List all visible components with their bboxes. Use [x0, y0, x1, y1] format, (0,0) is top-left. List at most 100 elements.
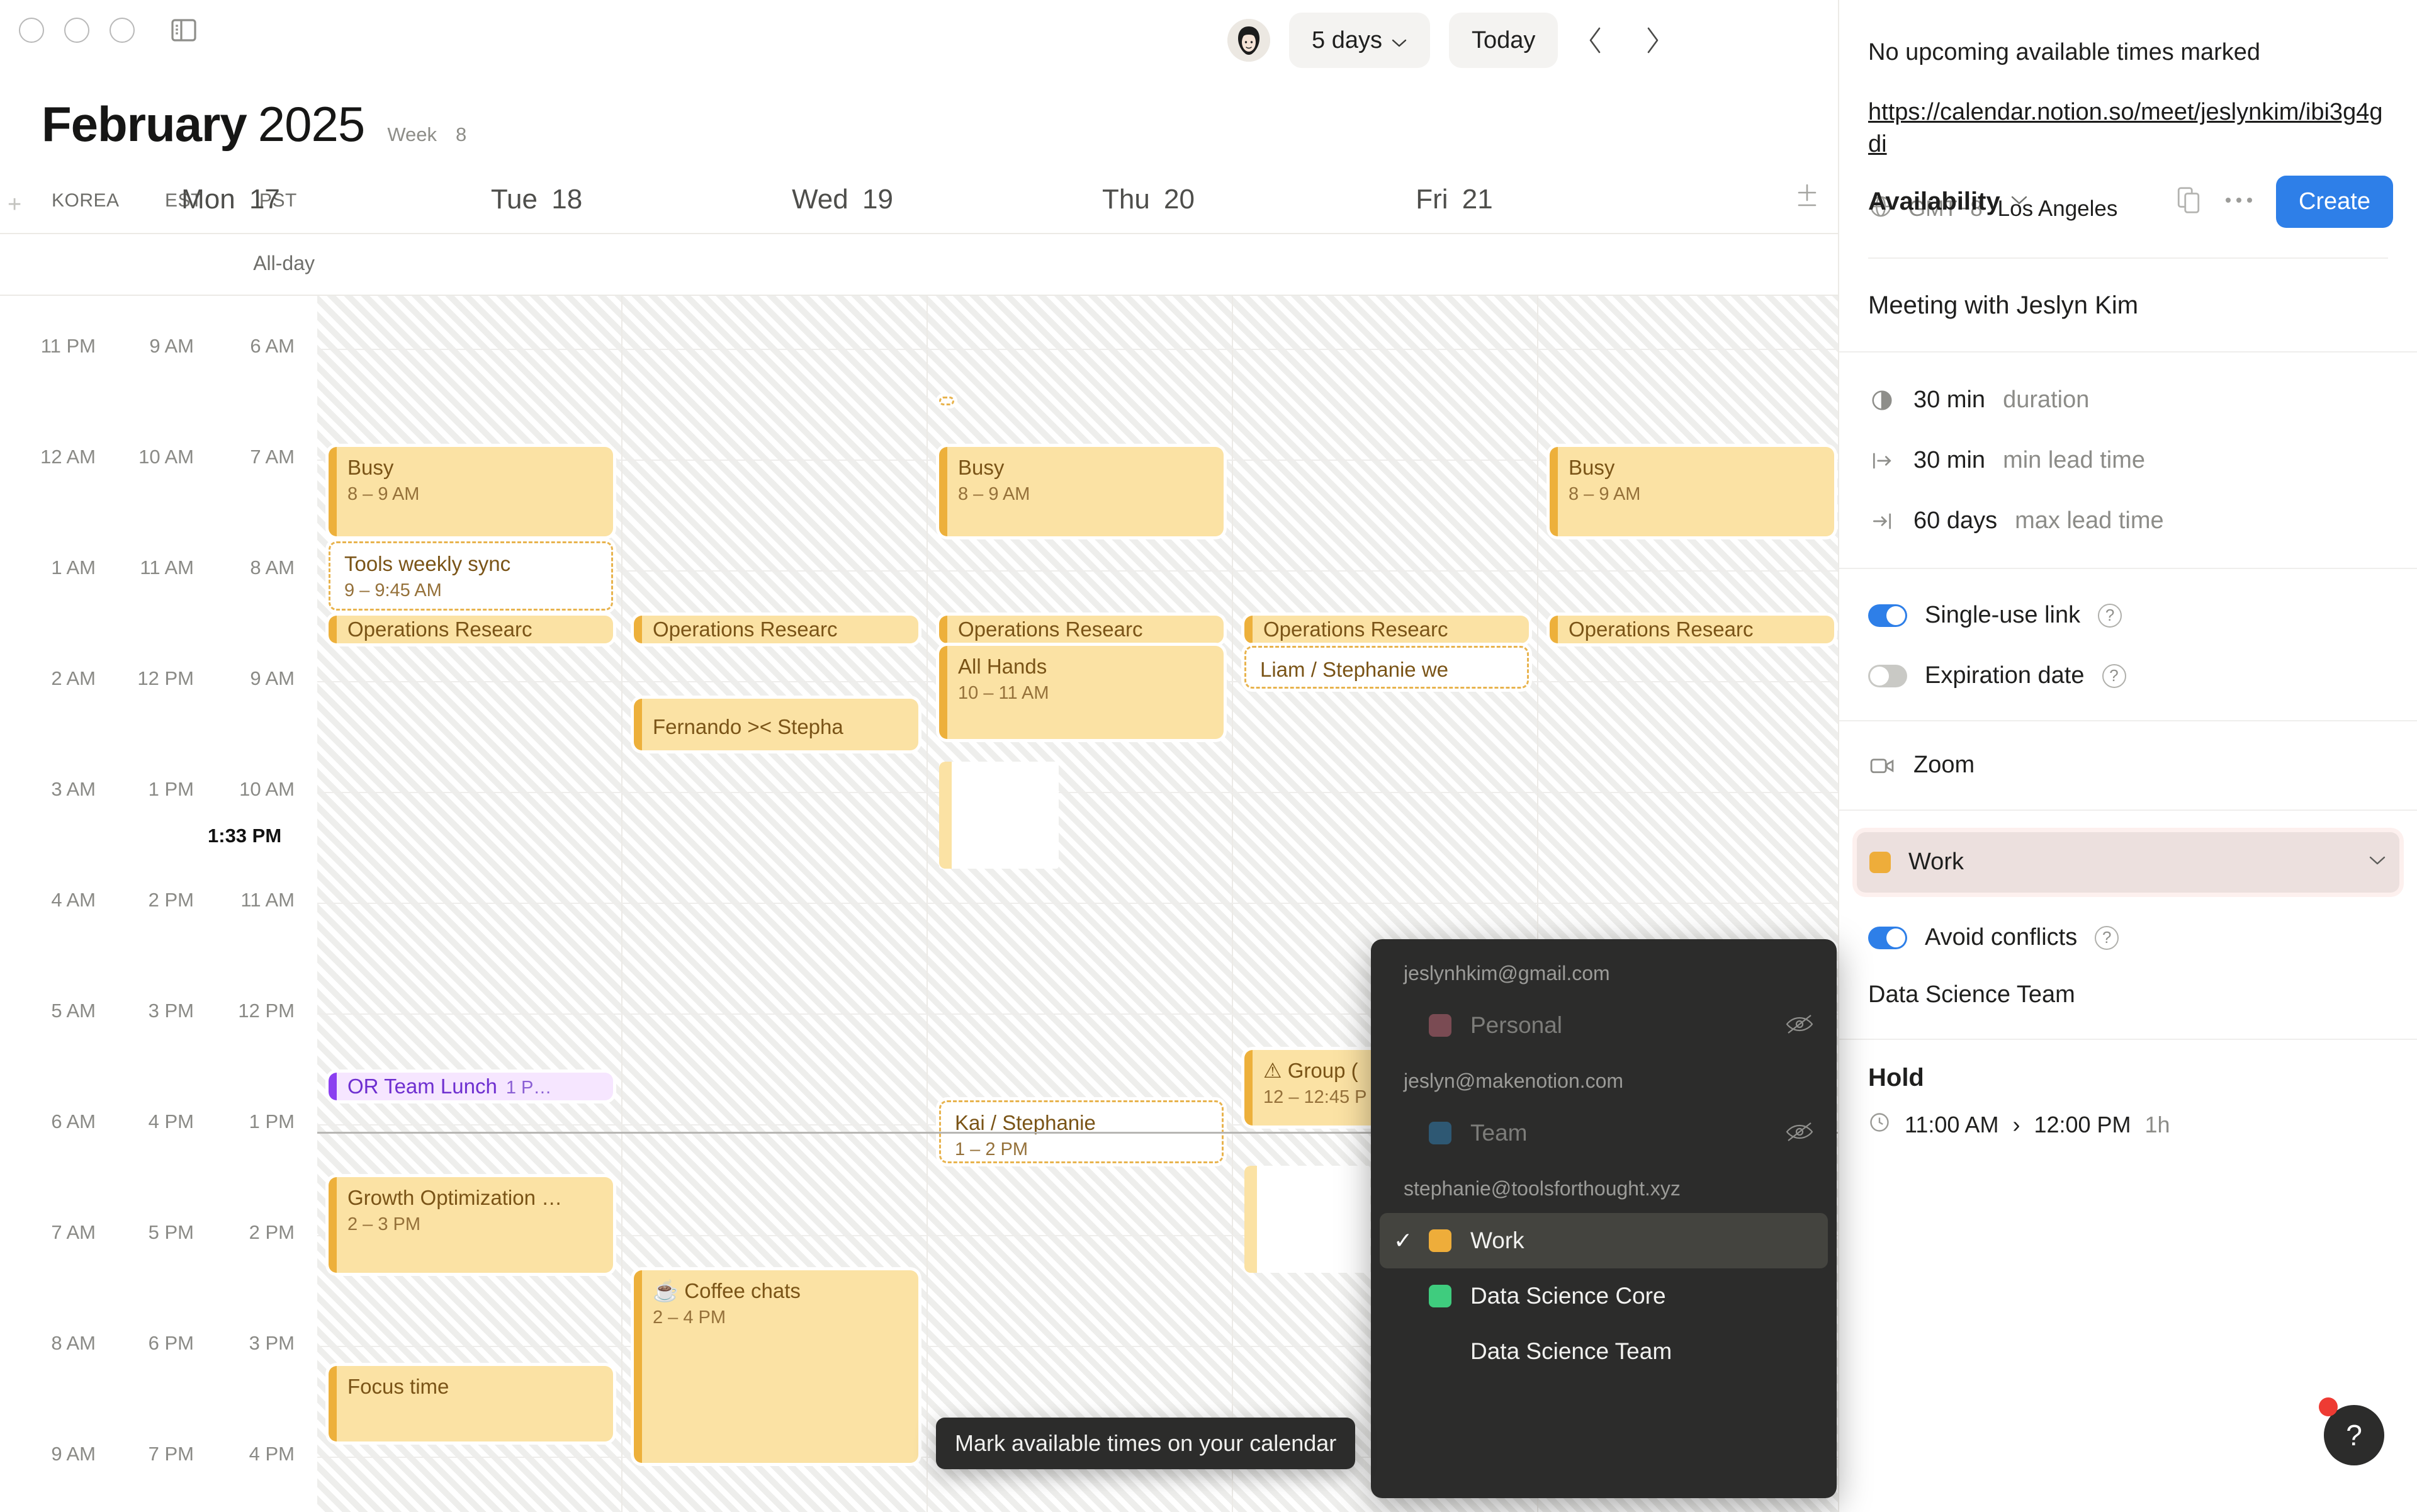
time-label-pst: 12 PM	[238, 1000, 295, 1022]
time-label-est: 11 AM	[140, 556, 194, 579]
hold-arrow: ›	[2012, 1112, 2020, 1138]
eye-off-icon[interactable]	[1785, 1013, 1814, 1038]
hold-row[interactable]: 11:00 AM › 12:00 PM 1h	[1839, 1111, 2417, 1139]
event-time: 1 – 2 PM	[955, 1139, 1213, 1161]
copy-icon[interactable]	[2175, 186, 2202, 218]
event-title: ☕ Coffee chats	[653, 1279, 910, 1303]
prev-period-button[interactable]	[1577, 21, 1614, 59]
view-select[interactable]: 5 days	[1289, 13, 1430, 68]
menu-item-team[interactable]: Team	[1380, 1105, 1828, 1161]
day-header-fri[interactable]: Fri 21	[1302, 184, 1607, 215]
event-operations-research-tue[interactable]: Operations Researc	[634, 616, 918, 643]
ellipsis-icon[interactable]	[2224, 196, 2253, 208]
menu-item-work[interactable]: ✓ Work	[1380, 1213, 1828, 1268]
video-camera-icon	[1868, 755, 1896, 776]
calendar-picker-menu[interactable]: jeslynhkim@gmail.com Personal jeslyn@mak…	[1371, 939, 1837, 1498]
window-controls[interactable]	[19, 18, 135, 43]
close-button[interactable]	[19, 18, 44, 43]
meeting-title[interactable]: Meeting with Jeslyn Kim	[1839, 259, 2417, 351]
setting-label: min lead time	[2003, 447, 2145, 474]
hour-gridline	[317, 903, 1838, 904]
all-day-row[interactable]: All-day	[0, 234, 1838, 296]
help-icon[interactable]: ?	[2095, 926, 2119, 950]
event-all-hands[interactable]: All Hands 10 – 11 AM	[939, 646, 1224, 739]
conflict-calendar-item[interactable]: Data Science Team	[1839, 968, 2417, 1022]
day-header-wed[interactable]: Wed 19	[690, 184, 995, 215]
availability-block-thu[interactable]	[1244, 1166, 1370, 1273]
time-label-korea: 2 AM	[51, 667, 96, 690]
toggle-switch[interactable]	[1868, 604, 1907, 627]
event-busy-fri[interactable]: Busy 8 – 9 AM	[1550, 447, 1834, 536]
eye-off-icon[interactable]	[1785, 1121, 1814, 1146]
day-header-thu[interactable]: Thu 20	[996, 184, 1301, 215]
setting-max-lead-time[interactable]: 60 days max lead time	[1839, 491, 2417, 551]
next-period-button[interactable]	[1633, 21, 1671, 59]
time-label-korea: 3 AM	[51, 778, 96, 801]
availability-sidebar: Availability Create No upcoming availabl…	[1838, 0, 2417, 1512]
conferencing-row[interactable]: Zoom	[1839, 735, 2417, 796]
toggle-expiration-date[interactable]: Expiration date ?	[1839, 646, 2417, 706]
plus-icon[interactable]: +	[8, 191, 21, 218]
help-icon[interactable]: ?	[2102, 664, 2126, 688]
availability-block-wed[interactable]	[939, 762, 1059, 869]
chevron-down-icon	[1391, 27, 1407, 54]
chevron-down-icon	[2368, 855, 2387, 869]
create-button[interactable]: Create	[2276, 176, 2393, 228]
event-tools-weekly-sync[interactable]: Tools weekly sync 9 – 9:45 AM	[329, 541, 613, 611]
calendar-select[interactable]: Work	[1857, 832, 2399, 893]
day-header-mon[interactable]: Mon 17	[78, 184, 383, 215]
share-link[interactable]: https://calendar.notion.so/meet/jeslynki…	[1868, 96, 2388, 161]
window-chrome: 5 days Today	[0, 0, 1838, 92]
sidebar-panel-icon[interactable]	[169, 15, 199, 45]
setting-min-lead-time[interactable]: 30 min min lead time	[1839, 431, 2417, 491]
setting-label: max lead time	[2015, 507, 2164, 534]
sidebar-title: Availability	[1868, 188, 2000, 216]
minimize-button[interactable]	[64, 18, 89, 43]
maximize-button[interactable]	[110, 18, 135, 43]
time-label-row: 7 AM5 PM2 PM	[0, 1221, 317, 1249]
calendar-select-label: Work	[1908, 849, 1964, 876]
menu-item-data-science-core[interactable]: Data Science Core	[1380, 1268, 1828, 1324]
event-busy-mon[interactable]: Busy 8 – 9 AM	[329, 447, 613, 536]
menu-item-data-science-team[interactable]: Data Science Team	[1380, 1324, 1828, 1379]
event-operations-research-wed[interactable]: Operations Researc	[939, 616, 1224, 643]
time-label-row: 9 AM7 PM4 PM	[0, 1443, 317, 1470]
help-icon[interactable]: ?	[2098, 604, 2122, 628]
menu-account-label: stephanie@toolsforthought.xyz	[1371, 1161, 1837, 1213]
event-fernando-stephanie[interactable]: Fernando >< Stephа	[634, 699, 918, 750]
day-header-tue[interactable]: Tue 18	[384, 184, 689, 215]
menu-item-personal[interactable]: Personal	[1380, 998, 1828, 1053]
event-growth-optimization[interactable]: Growth Optimization … 2 – 3 PM	[329, 1177, 613, 1273]
toggle-avoid-conflicts[interactable]: Avoid conflicts ?	[1839, 908, 2417, 968]
event-operations-research-mon[interactable]: Operations Researc	[329, 616, 613, 643]
user-avatar[interactable]	[1227, 19, 1270, 62]
event-operations-research-fri[interactable]: Operations Researc	[1550, 616, 1834, 643]
time-label-korea: 11 PM	[41, 335, 96, 358]
event-focus-time[interactable]: Focus time	[329, 1366, 613, 1441]
today-button[interactable]: Today	[1449, 13, 1558, 68]
chevron-down-icon[interactable]	[2010, 195, 2028, 209]
week-label: Week	[387, 123, 437, 146]
event-busy-wed[interactable]: Busy 8 – 9 AM	[939, 447, 1224, 536]
event-operations-research-thu[interactable]: Operations Researc	[1244, 616, 1529, 643]
toggle-switch[interactable]	[1868, 927, 1907, 949]
time-label-korea: 5 AM	[51, 1000, 96, 1022]
min-lead-time-icon	[1868, 449, 1896, 473]
plus-minus-icon[interactable]	[1795, 183, 1819, 217]
clock-icon	[1868, 1111, 1891, 1139]
setting-duration[interactable]: 30 min duration	[1839, 370, 2417, 431]
toggle-label: Avoid conflicts	[1925, 924, 2077, 951]
time-label-row: 5 AM3 PM12 PM	[0, 1000, 317, 1027]
menu-item-label: Data Science Core	[1470, 1283, 1666, 1309]
time-label-est: 6 PM	[149, 1332, 194, 1355]
event-time: 8 – 9 AM	[347, 483, 604, 505]
event-title: All Hands	[958, 655, 1215, 679]
toggle-switch[interactable]	[1868, 665, 1907, 687]
event-title: Fernando >< Stephа	[653, 715, 843, 739]
event-coffee-chats[interactable]: ☕ Coffee chats 2 – 4 PM	[634, 1270, 918, 1463]
event-or-team-lunch[interactable]: OR Team Lunch 1 P…	[329, 1073, 613, 1100]
event-liam-stephanie[interactable]: Liam / Stephanie we	[1244, 646, 1529, 689]
color-swatch	[1429, 1122, 1451, 1144]
toggle-single-use-link[interactable]: Single-use link ?	[1839, 585, 2417, 646]
time-label-pst: 2 PM	[249, 1221, 295, 1244]
